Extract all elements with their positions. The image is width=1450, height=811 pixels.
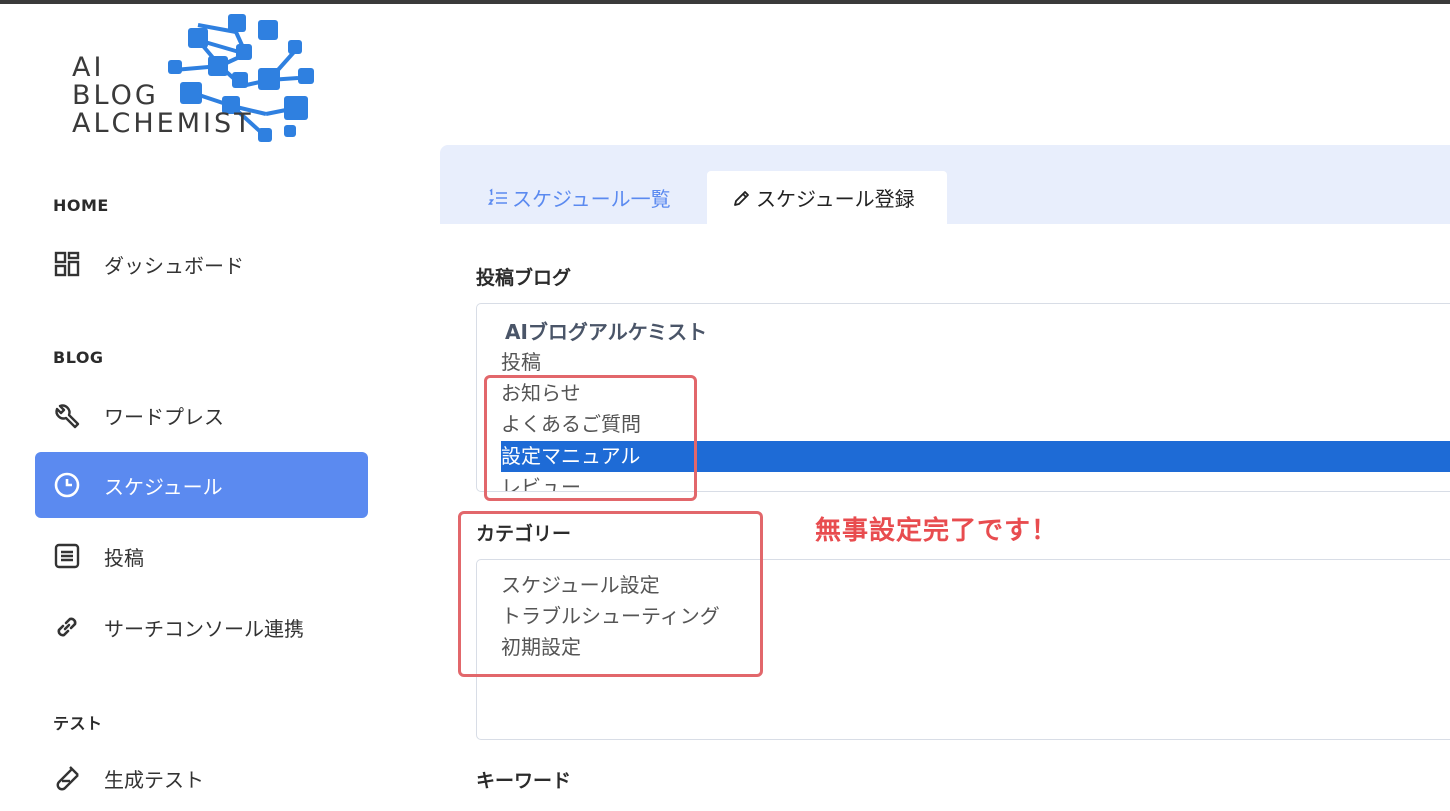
main-panel: スケジュール一覧 スケジュール登録 投稿ブログ AIブログアルケミスト 投稿 お… <box>440 145 1450 800</box>
logo-line-alchemist: ALCHEMIST <box>72 108 254 139</box>
sidebar-item-dashboard[interactable]: ダッシュボード <box>35 231 368 297</box>
tab-schedule-register[interactable]: スケジュール登録 <box>707 171 947 224</box>
sidebar-item-label: サーチコンソール連携 <box>104 616 304 641</box>
tab-label: スケジュール一覧 <box>512 187 671 211</box>
sidebar-item-schedule[interactable]: スケジュール <box>35 452 368 518</box>
link-icon <box>52 612 82 642</box>
list-numbered-icon <box>488 188 508 208</box>
category-select-listbox[interactable]: スケジュール設定 トラブルシューティング 初期設定 <box>476 559 1450 740</box>
blog-field-label: 投稿ブログ <box>476 267 572 289</box>
sidebar: AI BLOG ALCHEMIST HOME ダッシュボード BLOG ワードプ… <box>0 4 400 800</box>
flask-icon <box>52 763 82 793</box>
clock-icon <box>52 470 82 500</box>
blog-option[interactable]: 投稿 <box>501 347 541 378</box>
sidebar-item-label: 生成テスト <box>104 767 204 792</box>
category-option[interactable]: トラブルシューティング <box>501 601 720 632</box>
logo-line-blog: BLOG <box>72 80 159 111</box>
section-title-test: テスト <box>53 714 103 733</box>
sidebar-item-generate-test[interactable]: 生成テスト <box>35 745 368 811</box>
blog-option[interactable]: レビュー <box>501 472 581 491</box>
blog-option[interactable]: よくあるご質問 <box>501 409 641 440</box>
logo-text: AI BLOG ALCHEMIST <box>72 54 254 138</box>
app-logo[interactable]: AI BLOG ALCHEMIST <box>70 10 320 145</box>
sidebar-item-label: スケジュール <box>104 474 223 499</box>
sidebar-item-posts[interactable]: 投稿 <box>35 523 368 589</box>
blog-option[interactable]: お知らせ <box>501 378 581 409</box>
document-icon <box>52 541 82 571</box>
sidebar-item-label: ワードプレス <box>104 404 224 429</box>
tab-bar: スケジュール一覧 スケジュール登録 <box>440 145 1450 224</box>
keyword-field-label: キーワード <box>476 770 572 792</box>
logo-line-ai: AI <box>72 52 105 83</box>
sidebar-item-label: 投稿 <box>104 545 144 570</box>
tab-label: スケジュール登録 <box>756 187 915 211</box>
section-title-blog: BLOG <box>53 348 104 367</box>
sidebar-item-wordpress[interactable]: ワードプレス <box>35 382 368 448</box>
section-title-home: HOME <box>53 196 109 215</box>
blog-select-listbox[interactable]: AIブログアルケミスト 投稿 お知らせ よくあるご質問 設定マニュアル レビュー <box>476 303 1450 492</box>
category-option[interactable]: スケジュール設定 <box>501 570 660 601</box>
sidebar-item-label: ダッシュボード <box>104 253 244 278</box>
blog-option-selected[interactable]: 設定マニュアル <box>501 441 1450 472</box>
dashboard-icon <box>52 249 82 279</box>
category-option[interactable]: 初期設定 <box>501 632 581 663</box>
pencil-icon <box>732 188 752 208</box>
wrench-icon <box>52 400 82 430</box>
tab-schedule-list[interactable]: スケジュール一覧 <box>488 171 671 224</box>
sidebar-item-search-console[interactable]: サーチコンソール連携 <box>35 594 368 660</box>
category-field-label: カテゴリー <box>476 523 572 545</box>
blog-option-group: AIブログアルケミスト <box>505 320 708 344</box>
annotation-text: 無事設定完了です！ <box>815 516 1059 546</box>
